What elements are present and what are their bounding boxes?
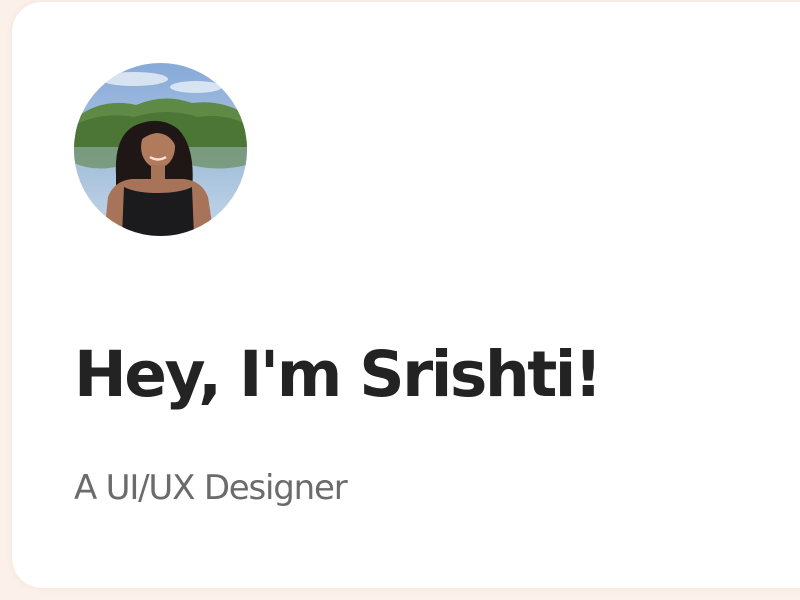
hero-card: Hey, I'm Srishti! A UI/UX Designer [12, 2, 800, 588]
hero-headline: Hey, I'm Srishti! [74, 338, 603, 411]
hero-subtitle: A UI/UX Designer [74, 468, 348, 508]
profile-photo-icon [74, 63, 247, 236]
avatar [74, 63, 247, 236]
